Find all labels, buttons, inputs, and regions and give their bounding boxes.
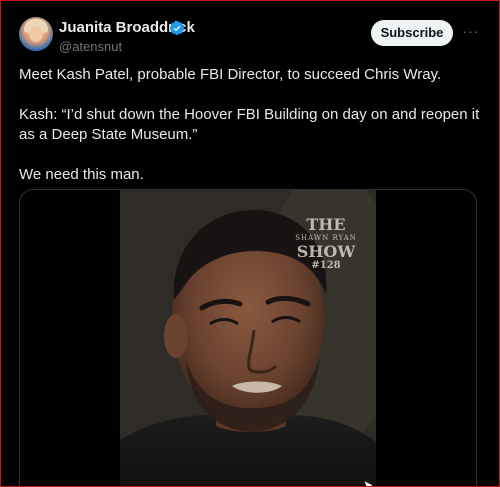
- author-handle[interactable]: @atensnut: [59, 39, 122, 54]
- avatar-face: [29, 26, 43, 42]
- media-container[interactable]: THE SHAWN RYAN SHOW #128 ➤: [19, 189, 477, 486]
- subscribe-button[interactable]: Subscribe: [371, 20, 453, 46]
- tweet-paragraph: Kash: “I’d shut down the Hoover FBI Buil…: [19, 106, 480, 143]
- tweet-frame: Juanita Broaddrick @atensnut Subscribe ·…: [0, 0, 500, 487]
- tweet-paragraph: We need this man.: [19, 166, 144, 183]
- tweet-header: Juanita Broaddrick @atensnut Subscribe ·…: [19, 17, 483, 57]
- author-avatar[interactable]: [19, 17, 53, 51]
- watermark-line: THE: [306, 215, 346, 234]
- tweet-paragraph: Meet Kash Patel, probable FBI Director, …: [19, 66, 442, 83]
- more-options-icon[interactable]: ···: [461, 23, 481, 39]
- tweet-text: Meet Kash Patel, probable FBI Director, …: [19, 65, 481, 205]
- watermark-line: SHOW: [296, 242, 356, 261]
- video-frame[interactable]: THE SHAWN RYAN SHOW #128 ➤: [120, 190, 376, 486]
- play-arrow-icon[interactable]: ➤: [363, 479, 376, 486]
- verified-badge-icon: [169, 21, 184, 35]
- show-watermark: THE SHAWN RYAN SHOW #128: [292, 216, 360, 272]
- watermark-line: #128: [311, 260, 341, 271]
